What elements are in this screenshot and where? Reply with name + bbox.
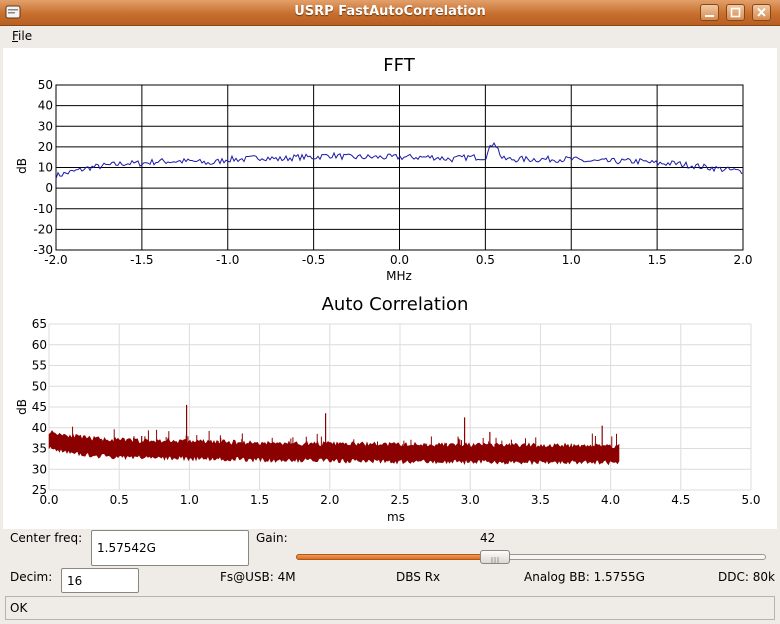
autocorr-x-tick-label: 1.0 bbox=[180, 493, 199, 507]
fft-y-tick-label: 40 bbox=[38, 99, 53, 113]
autocorr-y-tick-label: 45 bbox=[32, 400, 47, 414]
minimize-icon bbox=[705, 15, 714, 17]
close-button[interactable] bbox=[752, 4, 771, 21]
autocorr-y-tick-label: 65 bbox=[32, 317, 47, 331]
plot-area: FFT 50 40 30 20 10 0 -10 -20 -30 -2.0 -1.5 -1.0 -0.… bbox=[3, 48, 777, 529]
fft-y-tick-labels: 50403020100-10-20-30 bbox=[33, 78, 53, 257]
fft-y-tick-label: 0 bbox=[45, 181, 53, 195]
close-icon bbox=[757, 7, 766, 17]
fft-title: FFT bbox=[383, 55, 415, 76]
fft-y-tick-label: 30 bbox=[38, 119, 53, 133]
minimize-button[interactable] bbox=[700, 4, 719, 21]
gain-slider-handle[interactable] bbox=[480, 550, 510, 564]
fft-x-tick-label: -0.5 bbox=[302, 253, 325, 267]
fft-y-tick-label: -20 bbox=[33, 222, 53, 236]
autocorr-title: Auto Correlation bbox=[322, 294, 469, 315]
fft-grid bbox=[55, 84, 744, 251]
autocorr-y-tick-label: 30 bbox=[32, 462, 47, 476]
autocorr-x-tick-label: 3.0 bbox=[461, 493, 480, 507]
title-bar[interactable]: USRP FastAutoCorrelation bbox=[0, 0, 780, 26]
autocorr-y-tick-label: 40 bbox=[32, 421, 47, 435]
analog-bb-label: Analog BB: 1.5755G bbox=[524, 570, 645, 584]
autocorr-x-tick-label: 1.5 bbox=[250, 493, 269, 507]
autocorr-x-axis-label: ms bbox=[387, 510, 405, 524]
fft-x-tick-labels: -2.0 -1.5 -1.0 -0.5 0.0 0.5 1.0 1.5 2.0 bbox=[44, 253, 752, 267]
fft-x-tick-label: -1.5 bbox=[130, 253, 153, 267]
gain-label: Gain: bbox=[256, 531, 288, 545]
autocorr-x-tick-label: 2.0 bbox=[320, 493, 339, 507]
menu-file-label: ile bbox=[18, 29, 33, 43]
autocorr-y-tick-labels: 656055504540353025 bbox=[32, 317, 47, 497]
autocorr-y-axis-label: dB bbox=[15, 399, 29, 415]
fft-plot: FFT 50403020100-10-20-30 -2.0 -1.5 -1.0 -0.… bbox=[15, 55, 753, 283]
status-text: OK bbox=[10, 601, 28, 615]
fft-y-tick-label: 20 bbox=[38, 140, 53, 154]
menu-bar: File bbox=[0, 26, 780, 48]
grip-icon bbox=[491, 557, 499, 563]
fft-x-tick-label: 2.0 bbox=[733, 253, 752, 267]
gain-value: 42 bbox=[480, 531, 496, 545]
window-title: USRP FastAutoCorrelation bbox=[294, 4, 486, 19]
fft-x-tick-label: 1.0 bbox=[562, 253, 581, 267]
autocorr-y-tick-label: 55 bbox=[32, 359, 47, 373]
fft-x-tick-label: 1.5 bbox=[648, 253, 667, 267]
autocorr-y-tick-label: 50 bbox=[32, 379, 47, 393]
plots-canvas: FFT 50403020100-10-20-30 -2.0 -1.5 -1.0 -0.… bbox=[15, 55, 761, 524]
fft-y-tick-label: 50 bbox=[38, 78, 53, 92]
autocorr-x-tick-label: 0.0 bbox=[39, 493, 58, 507]
autocorr-x-tick-label: 5.0 bbox=[741, 493, 760, 507]
fft-x-axis-label: MHz bbox=[386, 269, 412, 283]
fft-y-tick-label: -10 bbox=[33, 202, 53, 216]
autocorr-x-tick-label: 0.5 bbox=[110, 493, 129, 507]
maximize-icon bbox=[730, 7, 741, 18]
autocorr-plot: Auto Correlation 656055504540353025 0.0 0… bbox=[15, 294, 761, 524]
fft-x-tick-label: -1.0 bbox=[216, 253, 239, 267]
fft-y-tick-label: 10 bbox=[38, 161, 53, 175]
menu-file[interactable]: File bbox=[12, 29, 32, 43]
center-freq-label: Center freq: bbox=[10, 531, 83, 545]
maximize-button[interactable] bbox=[726, 4, 745, 21]
gain-slider-fill bbox=[296, 554, 495, 560]
ddc-label: DDC: 80k bbox=[718, 570, 775, 584]
autocorr-series-band bbox=[48, 430, 620, 466]
dbs-rx-label: DBS Rx bbox=[396, 570, 441, 584]
status-bar: OK bbox=[5, 596, 775, 620]
autocorr-x-tick-label: 4.5 bbox=[671, 493, 690, 507]
fft-x-tick-label: 0.5 bbox=[476, 253, 495, 267]
center-freq-input[interactable] bbox=[91, 530, 249, 566]
fft-x-tick-label: -2.0 bbox=[44, 253, 67, 267]
fft-y-axis-label: dB bbox=[15, 158, 29, 174]
autocorr-y-tick-label: 60 bbox=[32, 338, 47, 352]
autocorr-x-tick-labels: 0.0 0.5 1.0 1.5 2.0 2.5 3.0 3.5 4.0 4.5 5.0 bbox=[39, 493, 760, 507]
fs-usb-label: Fs@USB: 4M bbox=[220, 570, 296, 584]
decim-label: Decim: bbox=[10, 570, 53, 584]
decim-input[interactable] bbox=[61, 568, 139, 593]
autocorr-grid bbox=[48, 323, 752, 491]
autocorr-x-tick-label: 2.5 bbox=[390, 493, 409, 507]
autocorr-x-tick-label: 4.0 bbox=[601, 493, 620, 507]
autocorr-y-tick-label: 35 bbox=[32, 442, 47, 456]
autocorr-x-tick-label: 3.5 bbox=[531, 493, 550, 507]
fft-x-tick-label: 0.0 bbox=[390, 253, 409, 267]
